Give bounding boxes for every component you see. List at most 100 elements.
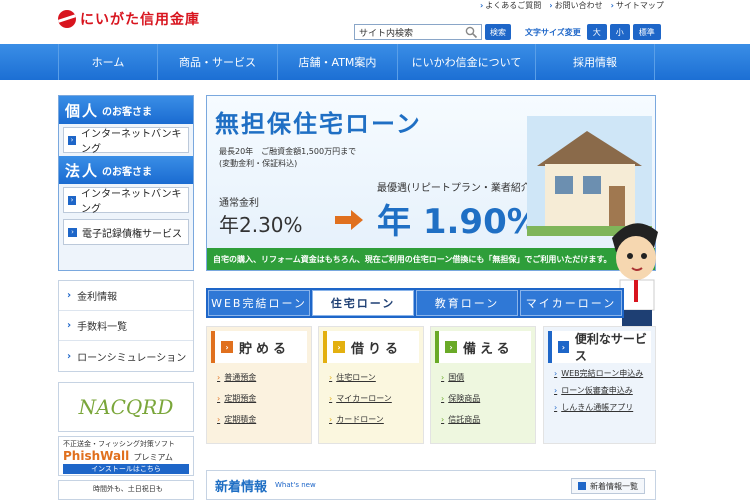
tab-web-loan[interactable]: WEB完結ローン [208,290,310,316]
category-prepare: › 備える › 国債 › 保険商品 › 信託商品 [430,326,536,444]
search-button[interactable]: 検索 [485,24,511,40]
normal-rate-label: 通常金利 [219,198,259,209]
category-save-header[interactable]: › 貯める [211,331,307,363]
list-item-label: WEB完結ローン申込み [561,369,644,378]
loan-simulation-link[interactable]: › ローンシミュレーション [59,341,193,371]
list-item-label: しんきん通帳アプリ [561,403,634,412]
arrow-icon [578,482,586,490]
list-item[interactable]: › しんきん通帳アプリ [554,402,655,414]
list-item-label: 普通預金 [224,373,257,382]
list-item-label: カードローン [336,415,384,424]
logo-mark-icon [58,10,76,28]
arrow-icon: › [68,195,77,205]
personal-internet-banking-button[interactable]: › インターネットバンキング [63,127,189,155]
arrow-icon: › [68,135,77,145]
housing-loan-banner[interactable]: 無担保住宅ローン 最長20年 ご融資金額1,500万円まで (変動金利・保証料込… [206,95,656,271]
tab-education-loan[interactable]: 教育ローン [416,290,518,316]
list-item[interactable]: › 普通預金 [217,367,311,388]
arrow-icon: › [480,1,484,10]
phishwall-banner[interactable]: 不正送金・フィッシング対策ソフト PhishWall プレミアム インストールは… [58,436,194,476]
nav-home[interactable]: ホーム [58,44,158,80]
arrow-right-icon [335,210,363,230]
list-item-label: 信託商品 [448,415,481,424]
tab-car-loan[interactable]: マイカーローン [520,290,622,316]
font-small-button[interactable]: 小 [609,24,630,40]
fees-link[interactable]: › 手数料一覧 [59,311,193,341]
nacqrd-banner[interactable]: NACQRD [58,382,194,432]
news-title: 新着情報 [215,479,268,495]
customer-login-box: 個人 のお客さま › インターネットバンキング 法人 のお客さま › インターネ… [58,95,194,271]
banner-conditions: 最長20年 ご融資金額1,500万円まで (変動金利・保証料込) [219,146,356,170]
list-item-label: ローン仮審査申込み [561,386,633,395]
faq-link[interactable]: › よくあるご質問 [480,0,541,11]
category-prepare-title: 備える [463,341,514,357]
arrow-icon: › [217,373,221,382]
category-save-title: 貯める [239,341,291,357]
list-item[interactable]: › マイカーローン [329,388,423,409]
search-input[interactable]: サイト内検索 [354,24,482,40]
category-save: › 貯める › 普通預金 › 定期預金 › 定期積金 [206,326,312,444]
news-list-label: 新着情報一覧 [590,481,638,491]
after-hours-banner[interactable]: 時間外も、土日祝日も [58,480,194,500]
banner-strip: 自宅の購入、リフォーム資金はもちろん、現在ご利用の住宅ローン借換にも「無担保」で… [207,248,655,270]
arrow-icon: › [554,369,558,378]
list-item[interactable]: › WEB完結ローン申込み [554,368,655,380]
list-item[interactable]: › 定期預金 [217,388,311,409]
bank-logo[interactable]: にいがた信用金庫 [58,8,200,30]
global-nav: ホーム 商品・サービス 店舗・ATM案内 にいかわ信金について 採用情報 [0,44,750,80]
list-item[interactable]: › 国債 [441,367,535,388]
conditions-line1: 最長20年 ご融資金額1,500万円まで [219,147,357,156]
category-prepare-header[interactable]: › 備える [435,331,531,363]
nav-products[interactable]: 商品・サービス [158,44,278,80]
loan-tabs: WEB完結ローン 住宅ローン 教育ローン マイカーローン [206,288,624,318]
densai-button[interactable]: › 電子記録債権サービス [63,219,189,245]
interest-rate-label: 金利情報 [77,292,118,303]
phishwall-name: PhishWall [63,449,130,463]
densai-label: 電子記録債権サービス [82,228,182,240]
corporate-internet-banking-button[interactable]: › インターネットバンキング [63,187,189,215]
arrow-icon: › [67,350,72,362]
phishwall-caption: 不正送金・フィッシング対策ソフト [63,440,175,448]
list-item[interactable]: › カードローン [329,409,423,430]
category-services-title: 便利なサービス [574,332,647,363]
interest-rate-link[interactable]: › 金利情報 [59,281,193,311]
search-icon [465,26,478,39]
list-item-label: 住宅ローン [336,373,376,382]
category-services-header[interactable]: › 便利なサービス [548,331,651,363]
arrow-icon: › [558,341,569,353]
arrow-icon: › [554,403,558,412]
nacqrd-logo-text: NACQRD [78,395,174,419]
best-rate-value: 年 1.90% [377,202,541,242]
after-hours-text: 時間外も、土日祝日も [93,485,163,493]
corporate-ib-label: インターネットバンキング [81,189,182,215]
font-size-controls: 文字サイズ変更 大 小 標準 [525,24,661,40]
arrow-icon: › [445,341,457,353]
list-item[interactable]: › 定期積金 [217,409,311,430]
list-item[interactable]: › 保険商品 [441,388,535,409]
arrow-icon: › [67,320,72,331]
sitemap-link[interactable]: › サイトマップ [611,0,664,11]
list-item[interactable]: › ローン仮審査申込み [554,385,655,397]
arrow-icon: › [68,227,77,237]
top-links: › よくあるご質問 › お問い合わせ › サイトマップ [480,0,664,11]
nav-about[interactable]: にいかわ信金について [398,44,536,80]
list-item[interactable]: › 信託商品 [441,409,535,430]
list-item-label: 国債 [448,373,465,382]
nav-stores-atm[interactable]: 店舗・ATM案内 [278,44,398,80]
font-large-button[interactable]: 大 [586,24,607,40]
personal-small-label: のお客さま [102,106,153,118]
tab-housing-loan[interactable]: 住宅ローン [312,290,414,316]
news-list-button[interactable]: 新着情報一覧 [571,478,645,494]
list-item[interactable]: › 住宅ローン [329,367,423,388]
phishwall-suffix: プレミアム [133,453,173,462]
contact-link[interactable]: › お問い合わせ [549,0,602,11]
phishwall-title: PhishWall プレミアム [63,449,189,463]
arrow-icon: › [554,386,558,395]
nav-recruit[interactable]: 採用情報 [536,44,655,80]
corporate-header: 法人 のお客さま [59,156,193,184]
arrow-icon: › [441,394,445,403]
font-standard-button[interactable]: 標準 [632,24,661,40]
category-borrow-header[interactable]: › 借りる [323,331,419,363]
normal-rate-value: 年2.30% [219,213,303,237]
arrow-icon: › [217,394,221,403]
